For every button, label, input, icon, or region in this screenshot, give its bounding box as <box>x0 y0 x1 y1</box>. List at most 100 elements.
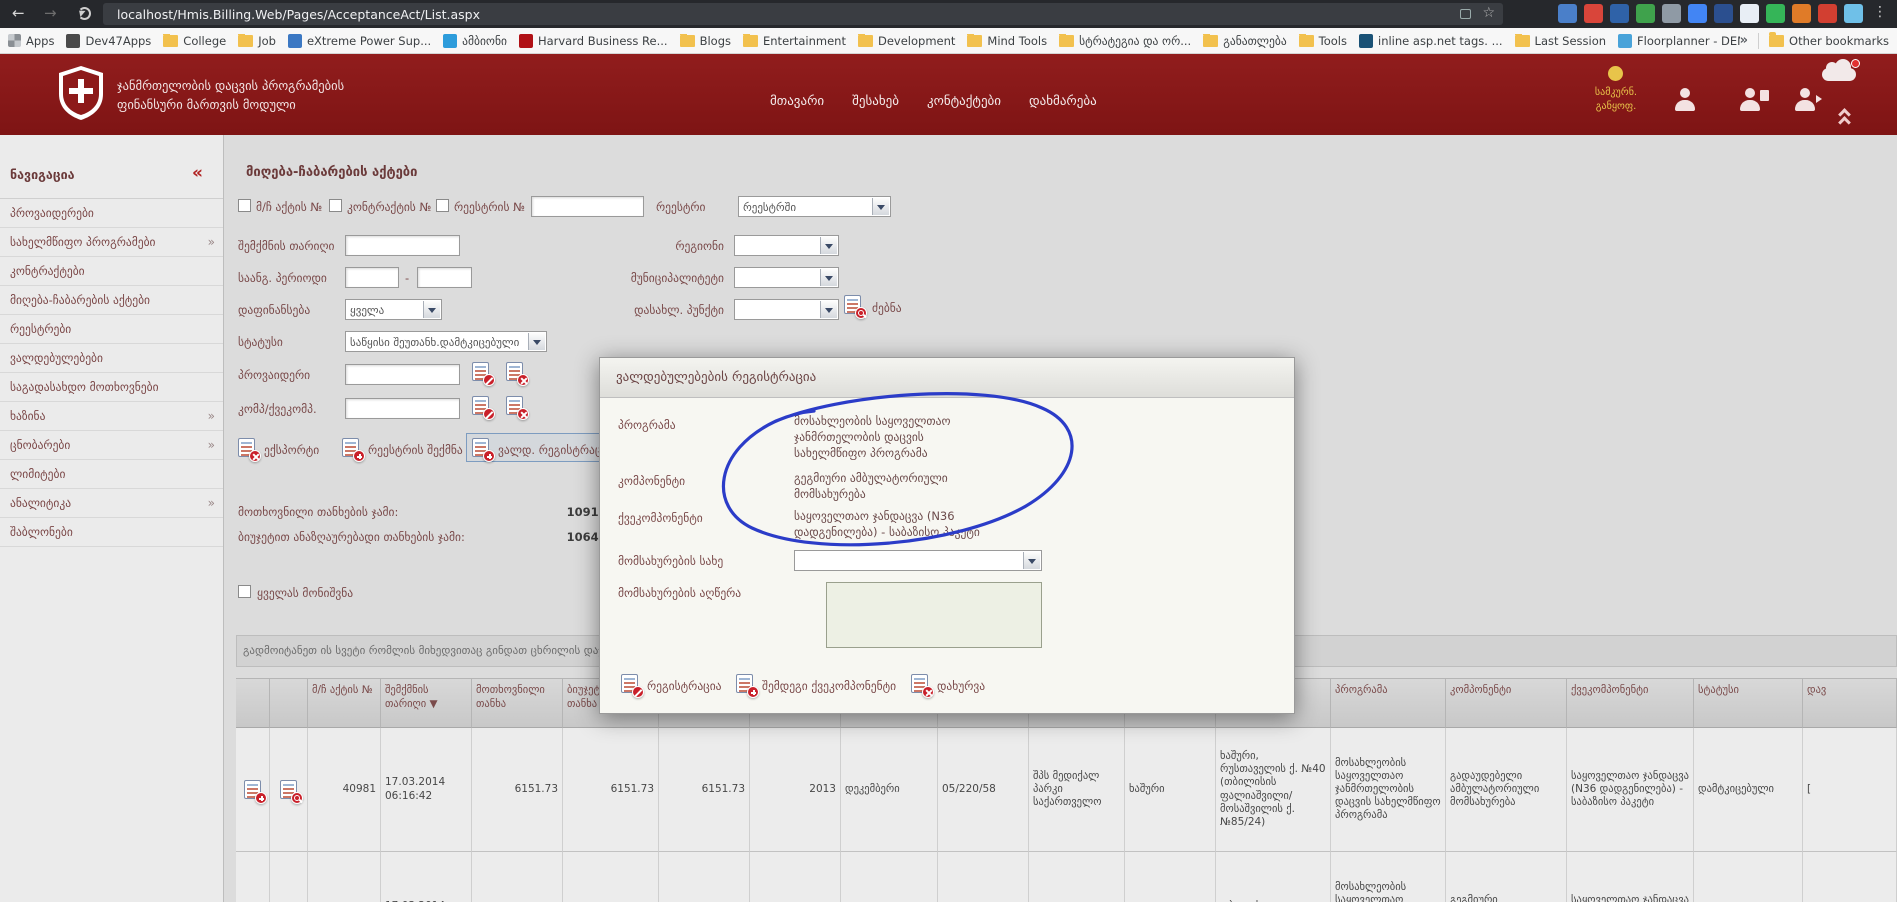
table-header-cell[interactable]: მოთხოვნილი თანხა <box>472 678 563 728</box>
extension-icon[interactable] <box>1636 4 1655 23</box>
region-select[interactable] <box>734 235 839 256</box>
settlement-select[interactable] <box>734 299 839 320</box>
user-icon[interactable] <box>1672 87 1698 113</box>
component-clear-icon[interactable] <box>506 396 523 415</box>
extension-icon[interactable] <box>1792 4 1811 23</box>
bookmark-item[interactable]: Mind Tools <box>967 34 1047 48</box>
department-icon[interactable] <box>1608 66 1623 81</box>
bookmark-item[interactable]: eXtreme Power Sup... <box>288 34 431 48</box>
nav-menu-item[interactable]: შესახებ <box>852 94 899 109</box>
back-icon[interactable]: ← <box>12 4 25 22</box>
bookmark-item[interactable]: Tools <box>1299 34 1347 48</box>
nav-menu-item[interactable]: მთავარი <box>770 94 824 109</box>
sidebar-item[interactable]: სახელმწიფო პროგრამები » <box>0 228 223 257</box>
sidebar-item[interactable]: ვალდებულებები <box>0 344 223 373</box>
close-button[interactable]: დახურვა <box>937 679 985 693</box>
extension-icon[interactable] <box>1714 4 1733 23</box>
bookmark-item[interactable]: Dev47Apps <box>66 34 151 48</box>
bookmark-item[interactable]: Development <box>858 34 955 48</box>
register-obligation-icon[interactable] <box>472 438 489 457</box>
service-description-textarea[interactable] <box>826 582 1042 648</box>
extension-icon[interactable] <box>1584 4 1603 23</box>
provider-input[interactable] <box>345 364 460 385</box>
sidebar-item[interactable]: რეესტრები <box>0 315 223 344</box>
financing-select[interactable]: ყველა <box>345 299 442 320</box>
sidebar-item[interactable]: მიღება-ჩაბარების აქტები <box>0 286 223 315</box>
bookmarks-overflow-chevron[interactable]: » <box>1740 33 1748 48</box>
sidebar-item[interactable]: ხაზინა » <box>0 402 223 431</box>
cloud-icon[interactable] <box>1822 68 1856 81</box>
bookmark-item[interactable]: Harvard Business Re... <box>519 34 668 48</box>
collapse-header-icon[interactable] <box>1838 116 1851 129</box>
table-header-cell[interactable]: კომპონენტი <box>1446 678 1567 728</box>
sidebar-item[interactable]: შაბლონები <box>0 518 223 547</box>
table-row[interactable]: 40981 17.03.2014 06:16:42 6151.73 6151.7… <box>236 728 1897 852</box>
sidebar-item[interactable]: კონტრაქტები <box>0 257 223 286</box>
search-button[interactable]: ძებნა <box>872 301 902 315</box>
created-date-input[interactable] <box>345 235 460 256</box>
register-obligation-button[interactable]: ვალდ. რეგისტრაცია <box>498 443 613 457</box>
extension-icon[interactable] <box>1688 4 1707 23</box>
table-header-cell[interactable]: ქვეკომპონენტი <box>1567 678 1694 728</box>
act-no-checkbox[interactable] <box>238 199 251 212</box>
extension-icon[interactable] <box>1610 4 1629 23</box>
next-subcomponent-button[interactable]: შემდეგი ქვეკომპონენტი <box>762 679 896 693</box>
sidebar-item[interactable]: ლიმიტები <box>0 460 223 489</box>
extension-icon[interactable] <box>1766 4 1785 23</box>
table-header-cell[interactable]: მ/ჩ აქტის № <box>308 678 381 728</box>
bookmark-star-icon[interactable]: ☆ <box>1482 5 1495 21</box>
address-bar[interactable]: localhost/Hmis.Billing.Web/Pages/Accepta… <box>103 3 1503 25</box>
bookmark-item[interactable]: College <box>163 34 226 48</box>
registry-no-checkbox[interactable] <box>436 199 449 212</box>
component-input[interactable] <box>345 398 460 419</box>
provider-clear-icon[interactable] <box>506 362 523 381</box>
export-button[interactable]: ექსპორტი <box>264 443 319 457</box>
sidebar-item[interactable]: ცნობარები » <box>0 431 223 460</box>
extension-icon[interactable] <box>1740 4 1759 23</box>
dialog-title-bar[interactable]: ვალდებულებების რეგისტრაცია <box>600 358 1294 398</box>
extension-icon[interactable] <box>1818 4 1837 23</box>
service-type-select[interactable] <box>794 550 1042 571</box>
bookmark-item[interactable]: განათლება <box>1203 34 1286 48</box>
user-list-icon[interactable] <box>1737 87 1763 113</box>
period-to-input[interactable] <box>417 267 472 288</box>
bookmark-item[interactable]: Last Session <box>1515 34 1607 48</box>
row-view-icon[interactable] <box>280 780 297 799</box>
bookmark-item[interactable]: Blogs <box>680 34 731 48</box>
user-switch-icon[interactable] <box>1792 87 1818 113</box>
reload-icon[interactable] <box>78 7 91 20</box>
status-select[interactable]: საწყისი შეუთანხ.დამტკიცებული <box>345 331 547 352</box>
table-header-cell[interactable]: დავ <box>1803 678 1897 728</box>
table-row[interactable]: 40973 17.03.2014 05:23:54 1167.76 1167.7… <box>236 852 1897 902</box>
table-header-cell[interactable]: შემქმნის თარიღი ▼ <box>381 678 472 728</box>
share-icon[interactable] <box>1460 9 1471 19</box>
register-button[interactable]: რეგისტრაცია <box>647 679 722 693</box>
url-text[interactable]: localhost/Hmis.Billing.Web/Pages/Accepta… <box>117 7 480 22</box>
registry-no-input[interactable] <box>531 196 644 217</box>
table-header-cell[interactable] <box>236 678 270 728</box>
component-lookup-icon[interactable] <box>472 396 489 415</box>
table-header-cell[interactable]: სტატუსი <box>1694 678 1803 728</box>
bookmark-item[interactable]: Floorplanner - DEM... <box>1618 34 1740 48</box>
sidebar-item[interactable]: პროვაიდერები <box>0 199 223 228</box>
search-icon[interactable] <box>844 295 861 314</box>
sidebar-collapse-icon[interactable]: « <box>192 163 203 183</box>
nav-menu-item[interactable]: დახმარება <box>1029 94 1097 109</box>
period-from-input[interactable] <box>345 267 399 288</box>
forward-icon[interactable]: → <box>44 4 57 22</box>
create-registry-icon[interactable] <box>342 438 359 457</box>
bookmark-item[interactable]: inline asp.net tags. ... <box>1359 34 1503 48</box>
other-bookmarks-button[interactable]: Other bookmarks <box>1769 34 1889 48</box>
row-add-icon[interactable] <box>244 780 261 799</box>
extension-icon[interactable] <box>1558 4 1577 23</box>
sidebar-item[interactable]: ანალიტიკა » <box>0 489 223 518</box>
bookmark-item[interactable]: Job <box>238 34 276 48</box>
provider-lookup-icon[interactable] <box>472 362 489 381</box>
close-icon[interactable] <box>911 674 928 693</box>
sidebar-item[interactable]: საგადასახდო მოთხოვნები <box>0 373 223 402</box>
table-header-cell[interactable]: პროგრამა <box>1331 678 1446 728</box>
browser-menu-icon[interactable]: ⋮ <box>1873 4 1887 20</box>
extension-icon[interactable] <box>1662 4 1681 23</box>
next-subcomponent-icon[interactable] <box>736 674 753 693</box>
table-header-cell[interactable] <box>270 678 308 728</box>
